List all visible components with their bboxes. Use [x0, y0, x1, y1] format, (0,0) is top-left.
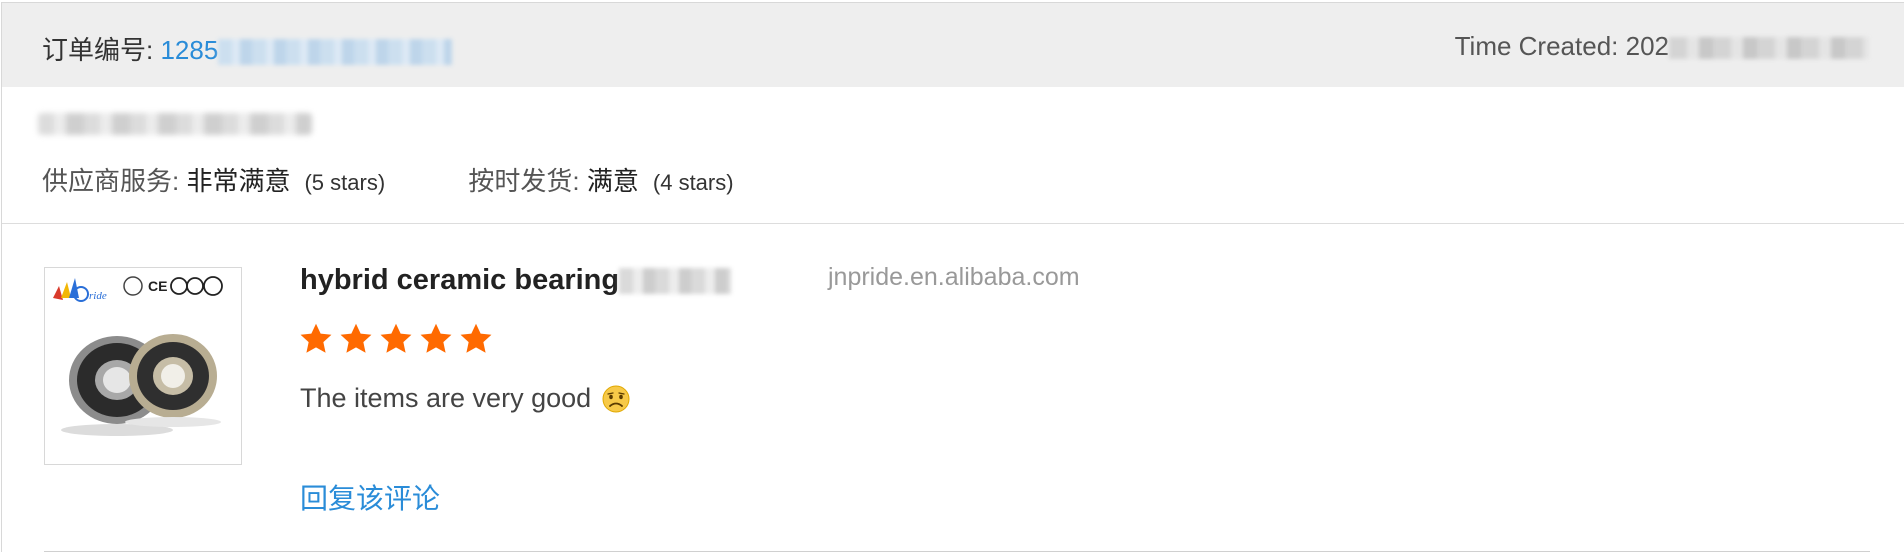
svg-text:CE: CE	[148, 278, 167, 294]
store-domain[interactable]: jnpride.en.alibaba.com	[828, 263, 1080, 292]
star-icon	[340, 323, 372, 353]
page: 订单编号: 1285 Time Created: 202 供应商服务: 非常满意…	[0, 0, 1904, 552]
seller-ratings: 供应商服务: 非常满意 (5 stars) 按时发货: 满意 (4 stars)	[42, 161, 810, 198]
reviewer-name-redacted	[38, 113, 312, 135]
product-title[interactable]: hybrid ceramic bearing	[300, 264, 732, 297]
svg-text:ride: ride	[89, 290, 107, 302]
rating-stars-text: (5 stars)	[304, 170, 386, 195]
time-created-redacted	[1669, 37, 1869, 60]
reply-review-link[interactable]: 回复该评论	[300, 477, 440, 517]
sad-face-icon	[602, 385, 630, 412]
star-icon	[420, 323, 452, 353]
star-icon	[300, 323, 332, 353]
order-header: 订单编号: 1285 Time Created: 202	[2, 3, 1904, 87]
rating-supplier-service: 供应商服务: 非常满意 (5 stars)	[42, 161, 385, 198]
time-created-label: Time Created:	[1454, 31, 1626, 61]
rating-separator: :	[572, 166, 587, 196]
product-star-rating	[298, 321, 494, 357]
rating-on-time-delivery: 按时发货: 满意 (4 stars)	[468, 161, 733, 198]
star-icon	[460, 323, 492, 353]
rating-value: 非常满意	[186, 166, 291, 196]
rating-separator: :	[172, 166, 187, 196]
product-title-text[interactable]: hybrid ceramic bearing	[300, 264, 619, 296]
review-card: 订单编号: 1285 Time Created: 202 供应商服务: 非常满意…	[1, 2, 1904, 552]
order-number-separator: :	[146, 35, 161, 65]
order-number-label: 订单编号	[42, 35, 147, 65]
time-created-value: 202	[1625, 31, 1669, 61]
order-number-redacted	[218, 39, 453, 66]
rating-label: 供应商服务	[42, 166, 173, 196]
section-divider	[2, 223, 1904, 224]
product-image[interactable]: ride CE	[44, 267, 242, 465]
rating-label: 按时发货	[468, 166, 573, 196]
review-text-content: The items are very good	[300, 383, 592, 413]
star-icon	[380, 323, 412, 353]
time-created: Time Created: 202	[1455, 31, 1869, 62]
rating-value: 满意	[586, 166, 639, 196]
bearing-product-photo: ride CE	[53, 276, 223, 436]
order-number-value[interactable]: 1285	[160, 35, 218, 65]
rating-stars-text: (4 stars)	[652, 170, 734, 195]
product-title-redacted	[619, 268, 732, 295]
order-number: 订单编号: 1285	[42, 30, 453, 67]
review-text: The items are very good	[300, 383, 631, 414]
